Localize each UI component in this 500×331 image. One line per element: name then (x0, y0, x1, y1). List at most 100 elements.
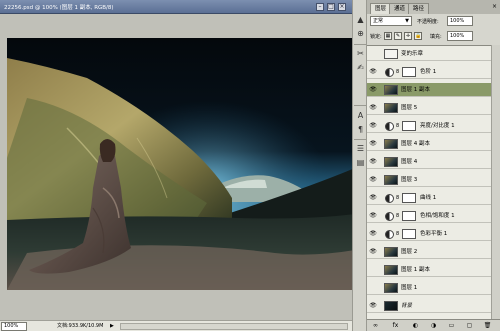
layer-name[interactable]: 背景 (401, 302, 412, 310)
adjustment-layer-icon[interactable] (385, 194, 394, 203)
layer-name[interactable]: 亮度/对比度 1 (420, 122, 455, 130)
visibility-eye-icon[interactable]: 👁 (369, 230, 377, 238)
lock-position-icon[interactable]: ✛ (404, 32, 412, 40)
layer-row[interactable]: 👁 图层 2 (367, 245, 491, 259)
adjustment-layer-icon[interactable] (385, 230, 394, 239)
layer-mask-thumbnail[interactable] (402, 121, 416, 131)
delete-layer-icon[interactable]: 🗑 (483, 322, 492, 330)
adjustment-layer-icon[interactable] (385, 68, 394, 77)
actions-icon[interactable]: ▤ (355, 157, 366, 168)
horizontal-scrollbar[interactable] (120, 323, 348, 330)
layer-row[interactable]: 👁 图层 4 副本 (367, 137, 491, 151)
mask-link-icon[interactable]: 8 (396, 68, 401, 76)
layer-row[interactable]: 👁 8 曲线 1 (367, 191, 491, 205)
fill-field[interactable]: 100% (447, 31, 473, 41)
layer-name[interactable]: 图层 4 (401, 158, 417, 166)
layer-row[interactable]: 👁 背景 (367, 299, 491, 313)
navigator-icon[interactable]: ▲ (355, 14, 366, 25)
new-adjustment-layer-icon[interactable]: ◑ (429, 322, 438, 330)
layer-name[interactable]: 曲线 1 (420, 194, 436, 202)
mask-link-icon[interactable]: 8 (396, 212, 401, 220)
visibility-eye-icon[interactable]: 👁 (369, 248, 377, 256)
lock-transparency-icon[interactable]: ▦ (384, 32, 392, 40)
zoom-level-field[interactable]: 100% (1, 322, 27, 331)
visibility-eye-icon[interactable]: 👁 (369, 212, 377, 220)
visibility-eye-icon[interactable]: 👁 (369, 68, 377, 76)
layer-name[interactable]: 图层 4 副本 (401, 140, 430, 148)
layer-mask-thumbnail[interactable] (402, 67, 416, 77)
add-mask-icon[interactable]: ◐ (411, 322, 420, 330)
character-icon[interactable]: A (355, 110, 366, 121)
layer-row[interactable]: 👁 图层 3 (367, 173, 491, 187)
tab-layers[interactable]: 图层 (370, 3, 392, 14)
layer-name[interactable]: 图层 2 (401, 248, 417, 256)
layer-row[interactable]: 👁图层 1 (367, 281, 491, 295)
layer-mask-thumbnail[interactable] (402, 211, 416, 221)
canvas-photo[interactable] (7, 38, 355, 290)
layer-style-icon[interactable]: fx (391, 322, 400, 330)
lock-all-icon[interactable]: 🔒 (414, 32, 422, 40)
status-menu-arrow-icon[interactable]: ▶ (110, 323, 114, 329)
tab-paths[interactable]: 路径 (408, 3, 430, 14)
layer-row[interactable]: 👁 图层 5 (367, 101, 491, 115)
opacity-field[interactable]: 100% (447, 16, 473, 26)
layer-name[interactable]: 变的乐章 (401, 50, 423, 58)
layer-row[interactable]: 👁变的乐章 (367, 47, 491, 61)
layer-name[interactable]: 图层 1 (401, 284, 417, 292)
link-layers-icon[interactable]: ∞ (371, 322, 380, 330)
layer-row[interactable]: 👁 图层 4 (367, 155, 491, 169)
layer-name[interactable]: 色阶 1 (420, 68, 436, 76)
close-button[interactable]: × (338, 3, 346, 11)
new-layer-icon[interactable]: ▢ (465, 322, 474, 330)
layer-thumbnail[interactable] (384, 103, 398, 113)
new-group-icon[interactable]: ▭ (447, 322, 456, 330)
layer-name[interactable]: 色彩平衡 1 (420, 230, 447, 238)
layer-mask-thumbnail[interactable] (402, 193, 416, 203)
blend-mode-select[interactable]: 正常 ▼ (370, 16, 412, 26)
layer-name[interactable]: 图层 5 (401, 104, 417, 112)
layer-row[interactable]: 👁图层 1 副本 (367, 263, 491, 277)
lock-pixels-icon[interactable]: ✎ (394, 32, 402, 40)
panel-close-icon[interactable]: × (492, 3, 497, 10)
visibility-eye-icon[interactable]: 👁 (369, 86, 377, 94)
layer-name[interactable]: 图层 3 (401, 176, 417, 184)
document-title-bar[interactable]: 22256.psd @ 100% (图层 1 副本, RGB/8) – □ × (0, 0, 352, 14)
visibility-eye-icon[interactable]: 👁 (369, 122, 377, 130)
layer-thumbnail[interactable] (384, 283, 398, 293)
layer-row[interactable]: 👁 8 色相/饱和度 1 (367, 209, 491, 223)
info-icon[interactable]: ⊕ (355, 28, 366, 39)
layer-thumbnail[interactable] (384, 49, 398, 59)
visibility-eye-icon[interactable]: 👁 (369, 302, 377, 310)
visibility-eye-icon[interactable]: 👁 (369, 158, 377, 166)
layer-name[interactable]: 色相/饱和度 1 (420, 212, 455, 220)
layer-list-scrollbar[interactable] (491, 45, 500, 319)
mask-link-icon[interactable]: 8 (396, 122, 401, 130)
layer-thumbnail[interactable] (384, 265, 398, 275)
layer-mask-thumbnail[interactable] (402, 229, 416, 239)
adjustment-layer-icon[interactable] (385, 122, 394, 131)
tool-presets-icon[interactable]: ✂ (355, 48, 366, 59)
layer-thumbnail[interactable] (384, 139, 398, 149)
layer-name[interactable]: 图层 1 副本 (401, 86, 430, 94)
paragraph-icon[interactable]: ¶ (355, 124, 366, 135)
layer-name[interactable]: 图层 1 副本 (401, 266, 430, 274)
layer-thumbnail[interactable] (384, 175, 398, 185)
visibility-eye-icon[interactable]: 👁 (369, 140, 377, 148)
layer-row[interactable]: 👁 8 亮度/对比度 1 (367, 119, 491, 133)
brushes-icon[interactable]: ✍ (355, 62, 366, 73)
layer-row[interactable]: 👁 图层 1 副本 (367, 83, 491, 97)
layer-thumbnail[interactable] (384, 247, 398, 257)
visibility-eye-icon[interactable]: 👁 (369, 194, 377, 202)
minimize-button[interactable]: – (316, 3, 324, 11)
layer-thumbnail[interactable] (384, 85, 398, 95)
layer-thumbnail[interactable] (384, 301, 398, 311)
tab-channels[interactable]: 通道 (389, 3, 411, 14)
layer-comps-icon[interactable]: ☰ (355, 143, 366, 154)
layer-thumbnail[interactable] (384, 157, 398, 167)
layer-row[interactable]: 👁 8 色彩平衡 1 (367, 227, 491, 241)
maximize-button[interactable]: □ (327, 3, 335, 11)
mask-link-icon[interactable]: 8 (396, 194, 401, 202)
visibility-eye-icon[interactable]: 👁 (369, 104, 377, 112)
adjustment-layer-icon[interactable] (385, 212, 394, 221)
mask-link-icon[interactable]: 8 (396, 230, 401, 238)
